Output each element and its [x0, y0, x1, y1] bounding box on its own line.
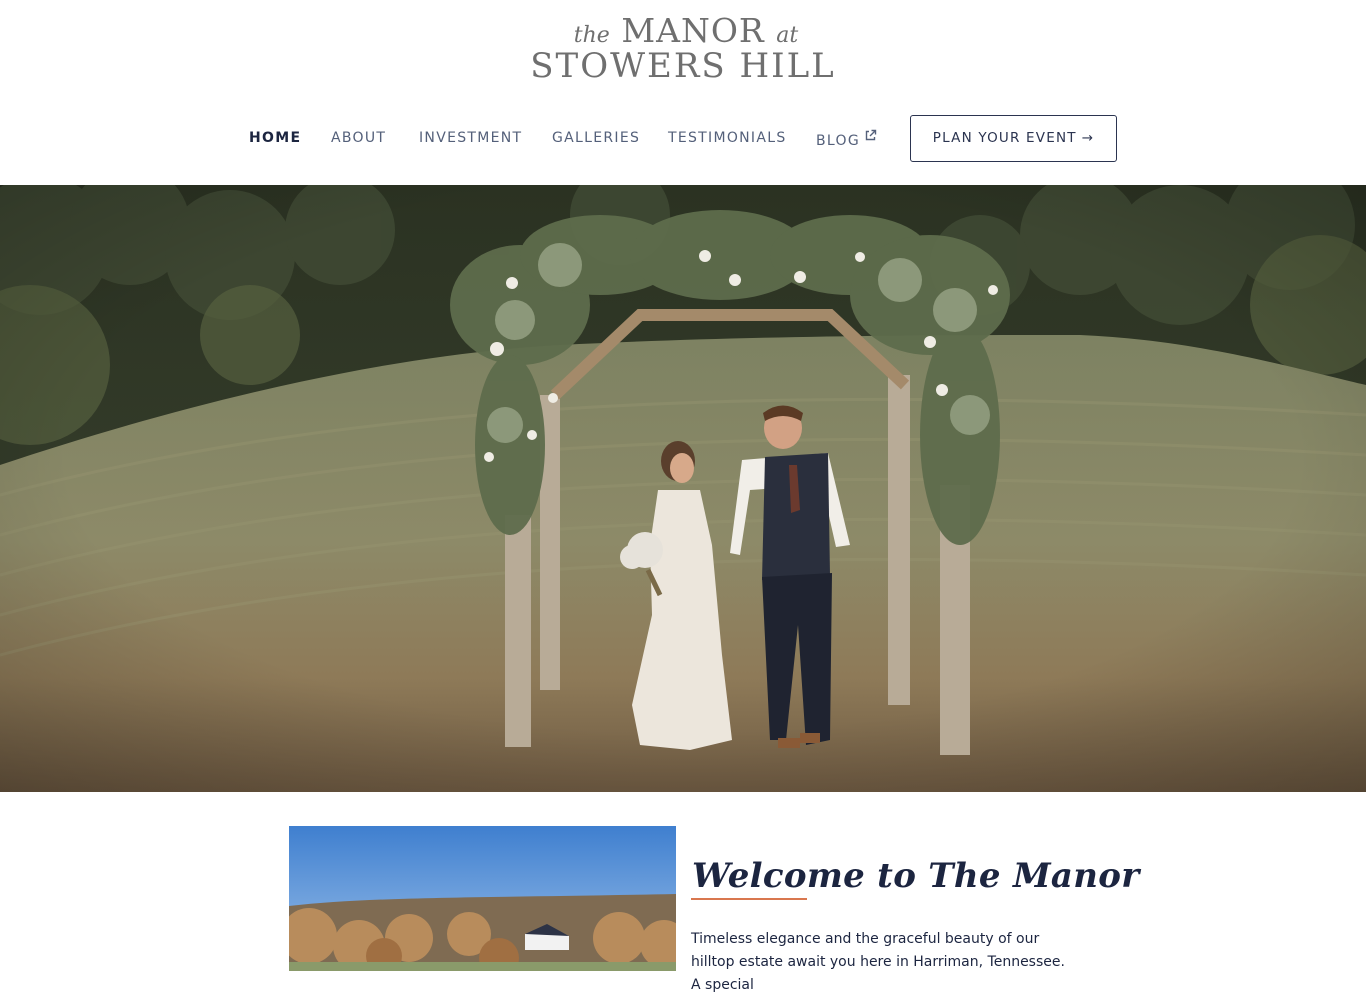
- nav-item-blog-label: BLOG: [816, 133, 860, 149]
- logo-the: the: [573, 23, 610, 48]
- logo-line-1: the MANOR at: [574, 14, 798, 47]
- hero-image: [0, 185, 1366, 792]
- logo-at: at: [776, 23, 799, 48]
- nav-item-testimonials[interactable]: TESTIMONIALS: [668, 115, 787, 162]
- accent-divider: [691, 898, 807, 900]
- nav-item-blog[interactable]: BLOG: [816, 115, 877, 162]
- nav-item-galleries[interactable]: GALLERIES: [552, 115, 640, 162]
- plan-your-event-button[interactable]: PLAN YOUR EVENT →: [910, 115, 1117, 162]
- logo-stowers-hill: STOWERS HILL: [530, 46, 836, 86]
- welcome-heading: Welcome to The Manor: [692, 856, 1140, 897]
- nav-item-home[interactable]: HOME: [249, 115, 301, 162]
- hero-photo-wedding-couple: [0, 185, 1366, 792]
- welcome-paragraph: Timeless elegance and the graceful beaut…: [691, 931, 1065, 993]
- logo-manor: MANOR: [621, 11, 765, 50]
- external-link-icon: [864, 115, 877, 162]
- estate-aerial-photo: [289, 826, 676, 971]
- nav-item-investment[interactable]: INVESTMENT: [419, 115, 522, 162]
- arrow-right-icon: →: [1081, 130, 1095, 146]
- site-logo[interactable]: the MANOR at STOWERS HILL: [0, 14, 1366, 83]
- plan-your-event-label: PLAN YOUR EVENT: [932, 130, 1077, 146]
- site-header: the MANOR at STOWERS HILL HOME ABOUT INV…: [0, 0, 1366, 185]
- nav-item-about[interactable]: ABOUT: [331, 115, 386, 162]
- main-nav: HOME ABOUT INVESTMENT GALLERIES TESTIMON…: [0, 115, 1366, 162]
